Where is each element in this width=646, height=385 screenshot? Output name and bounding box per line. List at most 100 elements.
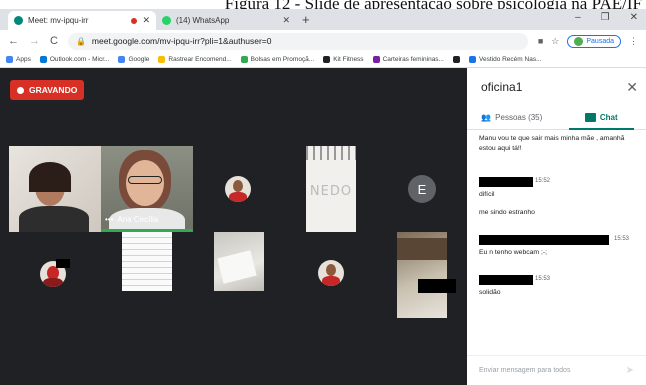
globe-icon xyxy=(452,56,460,63)
tracking-icon xyxy=(158,56,166,63)
people-icon: 👥 xyxy=(481,113,492,122)
board-text: NEDO xyxy=(309,184,353,199)
chat-input[interactable]: Enviar mensagem para todos xyxy=(479,367,570,374)
participant-body xyxy=(19,206,89,232)
avatar-body xyxy=(43,278,63,287)
maximize-button[interactable]: ❐ xyxy=(601,12,610,23)
address-toolbar: ← → C 🔒 meet.google.com/mv-ipqu-irr?pli=… xyxy=(0,30,646,52)
send-icon[interactable]: ➤ xyxy=(626,365,634,376)
recording-dot-icon xyxy=(131,17,138,24)
video-tile-room[interactable] xyxy=(397,232,447,318)
tab-people[interactable]: 👥 Pessoas (35) xyxy=(467,106,557,129)
video-tile-speaker[interactable]: ••• Ana Cecília xyxy=(101,146,193,232)
new-tab-button[interactable]: + xyxy=(302,12,310,27)
panel-tabs: 👥 Pessoas (35) Chat xyxy=(467,106,646,130)
lock-icon: 🔒 xyxy=(75,36,86,46)
avatar-body xyxy=(229,192,247,202)
bookmark-outlook[interactable]: Outlook.com - Micr... xyxy=(39,56,109,63)
tab-meet[interactable]: Meet: mv-ipqu-irr ✕ xyxy=(8,11,156,30)
chat-composer: Enviar mensagem para todos ➤ xyxy=(467,355,646,385)
star-icon[interactable]: ☆ xyxy=(551,36,559,47)
tab-strip: Meet: mv-ipqu-irr ✕ (14) WhatsApp ✕ + – … xyxy=(0,9,646,30)
google-icon xyxy=(118,56,126,63)
whatsapp-favicon-icon xyxy=(162,16,171,25)
bag-icon xyxy=(240,56,248,63)
browser-window: Meet: mv-ipqu-irr ✕ (14) WhatsApp ✕ + – … xyxy=(0,9,646,385)
close-icon[interactable]: ✕ xyxy=(626,79,638,96)
bookmark-rastrear[interactable]: Rastrear Encomend... xyxy=(158,56,232,63)
bookmark-google[interactable]: Google xyxy=(118,56,149,63)
chat-message: Manu vou te que sair mais minha mãe , am… xyxy=(479,135,625,152)
close-tab-icon[interactable]: ✕ xyxy=(282,15,290,26)
redacted-name xyxy=(418,279,456,293)
apps-grid-icon xyxy=(6,56,13,63)
wallet-icon xyxy=(372,56,380,63)
chat-messages: Manu vou te que sair mais minha mãe , am… xyxy=(467,130,646,316)
minimize-button[interactable]: – xyxy=(575,12,581,23)
tab-title: (14) WhatsApp xyxy=(176,16,230,25)
recording-label: GRAVANDO xyxy=(29,85,78,95)
bookmark-vestido[interactable]: Vestido Recém Nas... xyxy=(468,56,541,63)
close-tab-icon[interactable]: ✕ xyxy=(142,15,150,26)
close-window-button[interactable]: ✕ xyxy=(630,12,638,23)
avatar xyxy=(574,36,584,46)
bookmark-kit-fitness[interactable]: Kit Fitness xyxy=(323,56,364,63)
dress-icon xyxy=(468,56,476,63)
tab-people-label: Pessoas (35) xyxy=(495,113,543,122)
avatar-body xyxy=(322,276,340,286)
record-dot-icon xyxy=(17,86,24,94)
tab-chat[interactable]: Chat xyxy=(557,106,646,130)
address-bar[interactable]: 🔒 meet.google.com/mv-ipqu-irr?pli=1&auth… xyxy=(67,32,528,50)
participant-avatar-1[interactable] xyxy=(225,176,251,202)
room-shelf xyxy=(397,238,447,260)
video-tile-1[interactable] xyxy=(9,146,101,232)
chat-message: me sindo estranho xyxy=(479,209,535,216)
redacted-sender xyxy=(479,177,533,187)
bookmark-carteiras[interactable]: Carteiras femininas... xyxy=(372,56,444,63)
forward-arrow-icon[interactable]: → xyxy=(29,35,40,47)
tab-whatsapp[interactable]: (14) WhatsApp ✕ xyxy=(156,11,296,30)
chat-sender-row: 15:53 xyxy=(479,274,634,286)
meeting-stage: GRAVANDO ••• Ana Cecília NEDO E xyxy=(0,68,467,385)
window-controls: – ❐ ✕ xyxy=(575,12,638,23)
tab-chat-label: Chat xyxy=(599,113,618,122)
tab-title: Meet: mv-ipqu-irr xyxy=(28,16,89,25)
bookmark-apps[interactable]: Apps xyxy=(6,56,31,63)
participant-avatar-e[interactable]: E xyxy=(408,175,436,203)
profile-button[interactable]: Pausada xyxy=(567,34,621,48)
bookmark-unnamed[interactable] xyxy=(452,56,460,63)
avatar-face xyxy=(326,264,336,276)
chat-timestamp: 15:53 xyxy=(535,276,551,282)
board-rings xyxy=(306,146,356,160)
reload-icon[interactable]: C xyxy=(50,35,58,47)
chat-timestamp: 15:52 xyxy=(535,178,551,184)
bookmarks-bar: Apps Outlook.com - Micr... Google Rastre… xyxy=(0,52,646,68)
speaker-label: ••• Ana Cecília xyxy=(105,215,158,224)
more-options-icon[interactable]: ••• xyxy=(105,215,113,224)
menu-kebab-icon[interactable]: ⋮ xyxy=(629,36,638,47)
glasses-icon xyxy=(128,176,162,184)
chat-message: Eu n tenho webcam ;-; xyxy=(479,249,548,256)
video-tile-paper-2[interactable] xyxy=(214,232,264,291)
paper-sheet xyxy=(217,250,257,284)
video-tile-board[interactable]: NEDO xyxy=(306,146,356,232)
redacted-name xyxy=(56,259,70,268)
figure-caption: Figura 12 - Slide de apresentação sobre … xyxy=(0,0,646,9)
outlook-icon xyxy=(39,56,47,63)
chat-sender-row: 15:52 xyxy=(479,176,634,188)
chat-message: solidão xyxy=(479,289,501,296)
chat-timestamp: 15:53 xyxy=(614,236,630,242)
fitness-icon xyxy=(323,56,331,63)
chat-sender-row: 15:53 xyxy=(479,234,634,246)
camera-icon[interactable]: ■ xyxy=(538,36,543,46)
chat-panel: oficina1 ✕ 👥 Pessoas (35) Chat Manu vou … xyxy=(467,68,646,385)
back-arrow-icon[interactable]: ← xyxy=(8,35,19,47)
profile-status: Pausada xyxy=(586,37,614,45)
participant-avatar-3[interactable] xyxy=(318,260,344,286)
speaker-name: Ana Cecília xyxy=(117,215,159,224)
video-tile-paper-1[interactable] xyxy=(122,232,172,291)
bookmark-bolsas[interactable]: Bolsas em Promoçã... xyxy=(240,56,314,63)
url-text: meet.google.com/mv-ipqu-irr?pli=1&authus… xyxy=(91,36,272,46)
panel-title: oficina1 xyxy=(481,80,523,94)
redacted-sender xyxy=(479,235,609,245)
